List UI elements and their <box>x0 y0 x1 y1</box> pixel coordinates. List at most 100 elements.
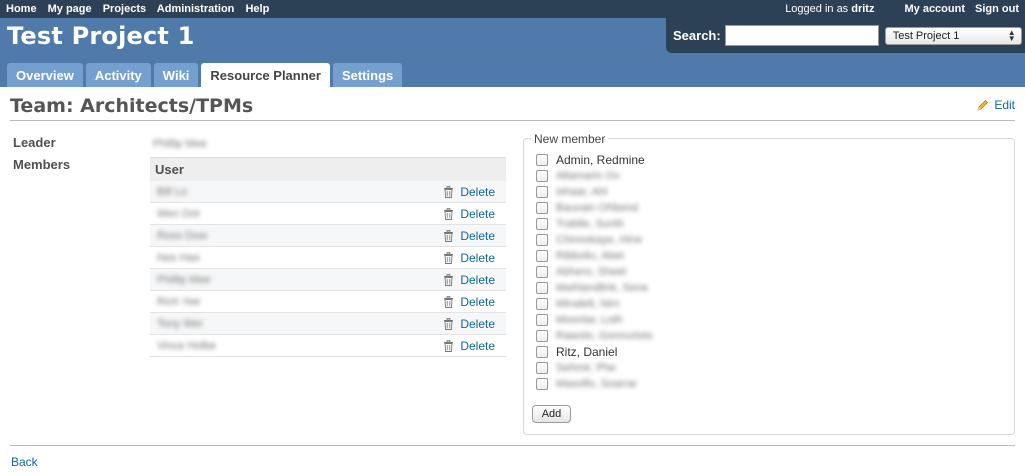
candidate-label: Ritz, Daniel <box>556 345 618 359</box>
top-menu-left: Home My page Projects Administration Hel… <box>6 3 277 15</box>
delete-link[interactable]: Delete <box>443 207 495 221</box>
trash-icon <box>444 251 454 264</box>
candidate-item: Ishaar, Ahl <box>536 184 653 200</box>
delete-link[interactable]: Delete <box>443 229 495 243</box>
delete-label: Delete <box>460 272 495 287</box>
candidate-label: Moonlar, Loth <box>556 314 623 326</box>
candidate-checkbox[interactable] <box>536 266 548 278</box>
title-row: Team: Architects/TPMs Edit <box>10 87 1015 121</box>
candidate-item: Ritz, Daniel <box>536 344 653 360</box>
candidate-item: Admin, Redmine <box>536 152 653 168</box>
delete-link[interactable]: Delete <box>443 273 495 287</box>
candidate-checkbox[interactable] <box>536 234 548 246</box>
candidate-label: Bauvain Ohbend <box>556 202 638 214</box>
back-link[interactable]: Back <box>11 455 38 469</box>
add-button[interactable]: Add <box>532 405 571 423</box>
leader-label: Leader <box>13 135 56 150</box>
candidate-item: Rawolo, Gonnurlots <box>536 328 653 344</box>
table-row: Tony Wer Delete <box>150 313 506 335</box>
header: Test Project 1 Search: Test Project 1 ▲ ▼… <box>0 18 1025 87</box>
candidate-label: Altamarin Ov <box>556 170 620 182</box>
candidate-item: Mwhlandlink, Sene <box>536 280 653 296</box>
main-tabs: Overview Activity Wiki Resource Planner … <box>7 63 405 87</box>
top-menu-help[interactable]: Help <box>245 3 269 15</box>
project-jump-select[interactable]: Test Project 1 ▲ ▼ <box>884 26 1022 45</box>
top-menu-home[interactable]: Home <box>6 3 37 15</box>
candidate-item: Ribboliu, Abet <box>536 248 653 264</box>
delete-label: Delete <box>460 228 495 243</box>
candidate-checkbox[interactable] <box>536 186 548 198</box>
candidate-label: Ishaar, Ahl <box>556 186 608 198</box>
candidate-label: Abhero, Sheet <box>556 266 627 278</box>
trash-icon <box>444 229 454 242</box>
delete-link[interactable]: Delete <box>443 185 495 199</box>
candidate-item: Minalelt, Nim <box>536 296 653 312</box>
candidate-item: Masolfo, Soarrar <box>536 376 653 392</box>
member-name: Phillip Mee <box>157 273 211 286</box>
search-label: Search: <box>673 28 721 43</box>
candidate-checkbox[interactable] <box>536 202 548 214</box>
candidate-checkbox[interactable] <box>536 250 548 262</box>
delete-link[interactable]: Delete <box>443 295 495 309</box>
top-menu: Home My page Projects Administration Hel… <box>0 0 1025 18</box>
members-table-header: User <box>150 157 506 181</box>
candidate-checkbox[interactable] <box>536 330 548 342</box>
candidate-label: Sehmir, Phe <box>556 362 616 374</box>
login-status: Logged in as dritz <box>785 3 875 15</box>
candidate-item: Altamarin Ov <box>536 168 653 184</box>
pencil-icon <box>977 99 989 111</box>
tab-wiki[interactable]: Wiki <box>153 63 199 87</box>
delete-link[interactable]: Delete <box>443 339 495 353</box>
delete-label: Delete <box>460 250 495 265</box>
candidate-label: Trabile, Sunth <box>556 218 625 230</box>
trash-icon <box>444 339 454 352</box>
candidate-checkbox[interactable] <box>536 362 548 374</box>
candidate-checkbox[interactable] <box>536 314 548 326</box>
member-name: Bill Lo <box>157 185 187 198</box>
tab-overview[interactable]: Overview <box>7 63 83 87</box>
candidate-checkbox[interactable] <box>536 298 548 310</box>
project-title: Test Project 1 <box>7 22 195 50</box>
sign-out-link[interactable]: Sign out <box>975 3 1019 15</box>
my-account-link[interactable]: My account <box>904 3 965 15</box>
search-input[interactable] <box>724 25 879 46</box>
delete-link[interactable]: Delete <box>443 251 495 265</box>
delete-link[interactable]: Delete <box>443 317 495 331</box>
top-menu-my-page[interactable]: My page <box>48 3 92 15</box>
content: Team: Architects/TPMs Edit <box>0 87 1025 121</box>
table-row: Wen Dot Delete <box>150 203 506 225</box>
member-name: Wen Dot <box>157 207 200 220</box>
logged-in-user[interactable]: dritz <box>851 3 874 15</box>
project-jump-value: Test Project 1 <box>892 29 960 42</box>
candidate-checkbox[interactable] <box>536 154 548 166</box>
candidate-item: Chinoskaye, Hine <box>536 232 653 248</box>
candidate-item: Bauvain Ohbend <box>536 200 653 216</box>
member-name: Nes Hao <box>157 251 200 264</box>
edit-link[interactable]: Edit <box>977 98 1015 112</box>
candidate-checkbox[interactable] <box>536 170 548 182</box>
candidate-checkbox[interactable] <box>536 346 548 358</box>
trash-icon <box>444 273 454 286</box>
candidate-checkbox[interactable] <box>536 218 548 230</box>
candidate-item: Moonlar, Loth <box>536 312 653 328</box>
candidate-checkbox[interactable] <box>536 282 548 294</box>
candidate-checkbox[interactable] <box>536 378 548 390</box>
candidate-label: Mwhlandlink, Sene <box>556 282 649 294</box>
tab-resource-planner[interactable]: Resource Planner <box>201 63 330 87</box>
delete-label: Delete <box>460 184 495 199</box>
top-menu-projects[interactable]: Projects <box>103 3 146 15</box>
table-row: Phillip Mee Delete <box>150 269 506 291</box>
leader-value: Phillip Mee <box>153 138 207 150</box>
trash-icon <box>444 185 454 198</box>
trash-icon <box>444 317 454 330</box>
edit-label: Edit <box>994 98 1015 112</box>
candidate-item: Trabile, Sunth <box>536 216 653 232</box>
candidate-label: Admin, Redmine <box>556 153 645 167</box>
tab-activity[interactable]: Activity <box>85 63 151 87</box>
bottom-divider <box>10 445 1015 446</box>
delete-label: Delete <box>460 338 495 353</box>
candidate-label: Minalelt, Nim <box>556 298 620 310</box>
top-menu-administration[interactable]: Administration <box>157 3 235 15</box>
member-name: Vince Holbe <box>157 339 217 352</box>
tab-settings[interactable]: Settings <box>332 63 403 87</box>
